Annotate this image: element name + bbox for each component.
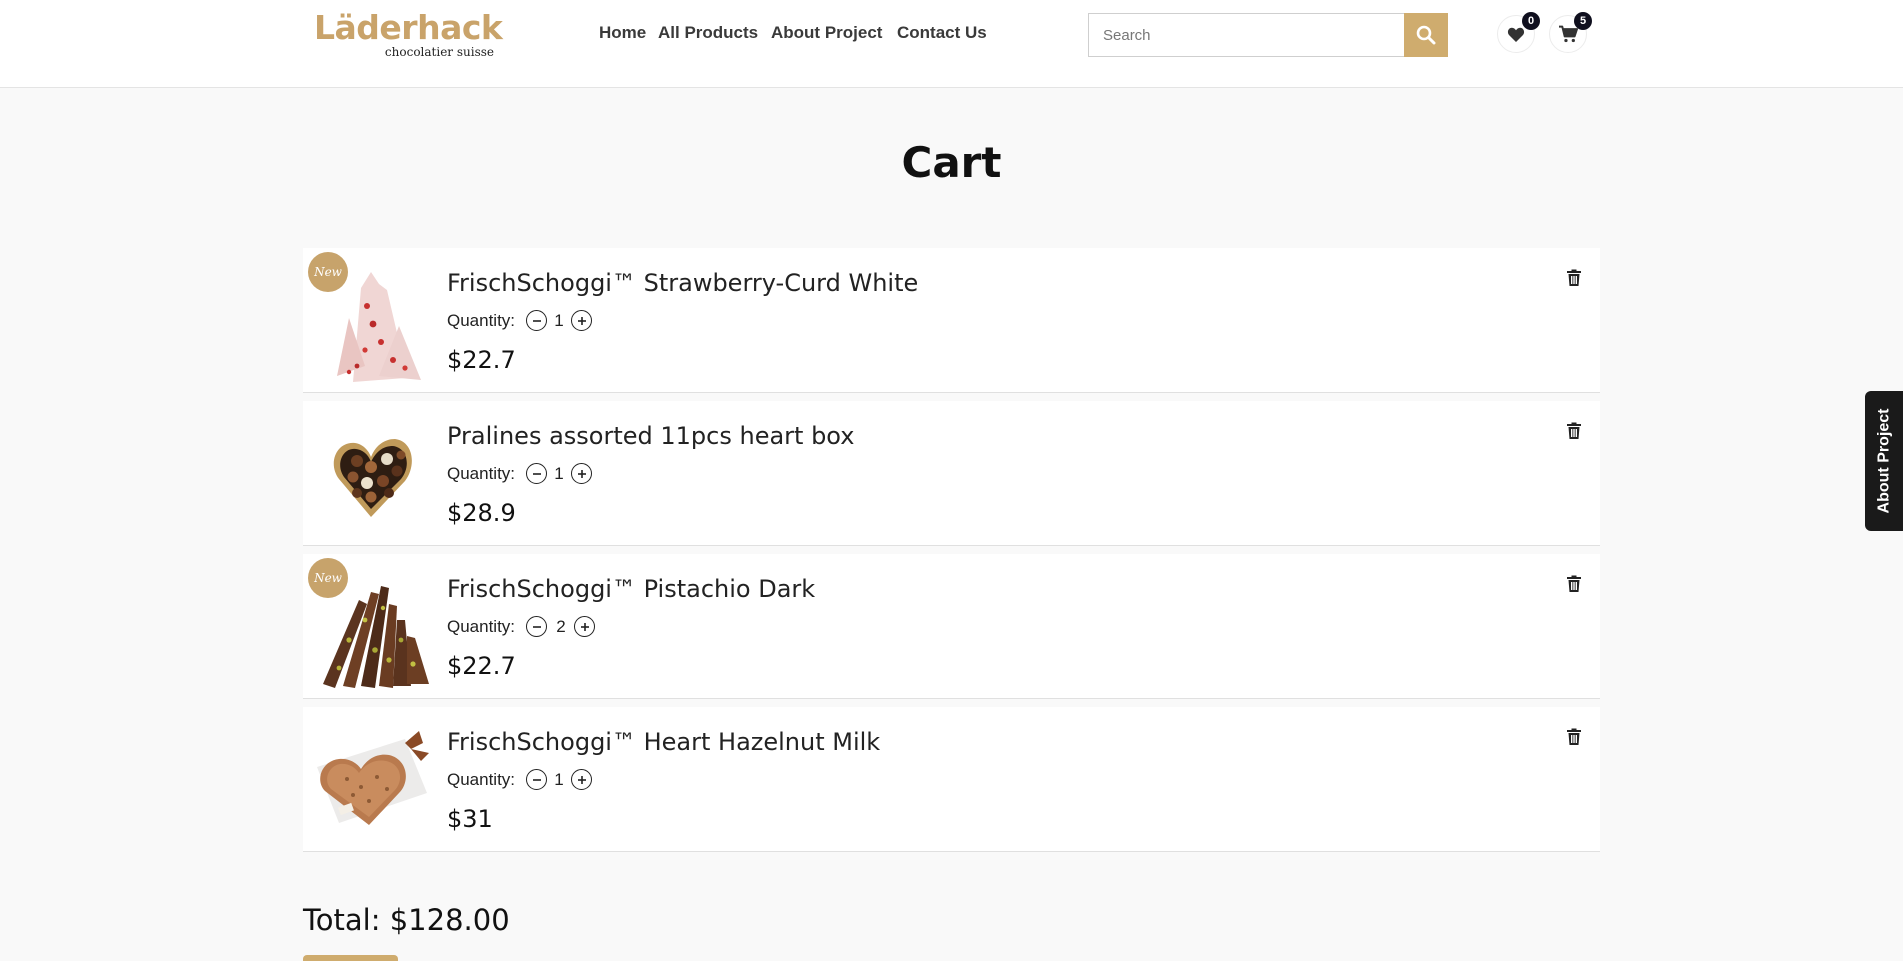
site-header: Läderhack chocolatier suisse Home All Pr… [0,0,1903,88]
quantity-label: Quantity: [447,770,516,789]
increase-quantity-button[interactable] [574,616,595,637]
search-input[interactable] [1088,13,1404,57]
decrease-quantity-button[interactable] [526,463,547,484]
heart-icon [1507,27,1525,42]
page-title: Cart [901,138,1002,187]
side-tab-label: About Project [1875,408,1893,514]
product-name[interactable]: FrischSchoggi™ Pistachio Dark [447,574,815,604]
product-name[interactable]: FrischSchoggi™ Strawberry-Curd White [447,268,918,298]
cart-total: Total: $128.00 [303,903,510,937]
new-badge: New [308,558,348,598]
decrease-quantity-button[interactable] [526,769,547,790]
minus-icon [532,625,541,628]
brand-tagline: chocolatier suisse [384,45,494,59]
product-price: $22.7 [447,652,516,680]
wishlist-count-badge: 0 [1522,12,1540,30]
quantity-value: 1 [554,311,564,330]
quantity-label: Quantity: [447,464,516,483]
remove-item-button[interactable] [1566,422,1582,440]
product-price: $22.7 [447,346,516,374]
quantity-label: Quantity: [447,617,516,636]
quantity-value: 2 [556,617,566,636]
nav-all-products[interactable]: All Products [658,23,758,43]
cart-count-badge: 5 [1574,12,1592,30]
plus-icon [577,775,586,784]
quantity-label: Quantity: [447,311,516,330]
trash-icon [1567,269,1581,286]
plus-icon [577,316,586,325]
brand-name: Läderhack [314,8,503,47]
increase-quantity-button[interactable] [571,463,592,484]
nav-contact-us[interactable]: Contact Us [897,23,987,43]
product-image-heart-hazelnut[interactable] [309,713,437,845]
checkout-button[interactable] [303,955,398,961]
brand-logo[interactable]: Läderhack chocolatier suisse [314,10,503,60]
minus-icon [532,319,541,322]
new-badge: New [308,252,348,292]
remove-item-button[interactable] [1566,575,1582,593]
minus-icon [532,778,541,781]
remove-item-button[interactable] [1566,728,1582,746]
trash-icon [1567,422,1581,439]
cart-icon [1559,25,1578,43]
search-icon [1416,25,1436,45]
product-image-pralines-heart-box[interactable] [309,407,437,539]
cart-item: New FrischSchoggi™ Pistachio Dark Quanti… [303,554,1600,699]
decrease-quantity-button[interactable] [526,310,547,331]
nav-about-project[interactable]: About Project [771,23,882,43]
trash-icon [1567,728,1581,745]
remove-item-button[interactable] [1566,269,1582,287]
decrease-quantity-button[interactable] [526,616,547,637]
product-price: $31 [447,805,493,833]
cart-item: New FrischSchoggi™ Strawberry-Curd White… [303,248,1600,393]
cart-item: FrischSchoggi™ Heart Hazelnut Milk Quant… [303,707,1600,852]
increase-quantity-button[interactable] [571,769,592,790]
increase-quantity-button[interactable] [571,310,592,331]
quantity-value: 1 [554,770,564,789]
trash-icon [1567,575,1581,592]
cart-button[interactable]: 5 [1549,12,1592,53]
search-button[interactable] [1404,13,1448,57]
about-project-side-tab[interactable]: About Project [1865,391,1903,531]
wishlist-button[interactable]: 0 [1497,12,1540,53]
minus-icon [532,472,541,475]
plus-icon [577,469,586,478]
product-name[interactable]: Pralines assorted 11pcs heart box [447,421,854,451]
quantity-value: 1 [554,464,564,483]
nav-home[interactable]: Home [599,23,646,43]
cart-item: Pralines assorted 11pcs heart box Quanti… [303,401,1600,546]
plus-icon [580,622,589,631]
product-price: $28.9 [447,499,516,527]
product-name[interactable]: FrischSchoggi™ Heart Hazelnut Milk [447,727,880,757]
